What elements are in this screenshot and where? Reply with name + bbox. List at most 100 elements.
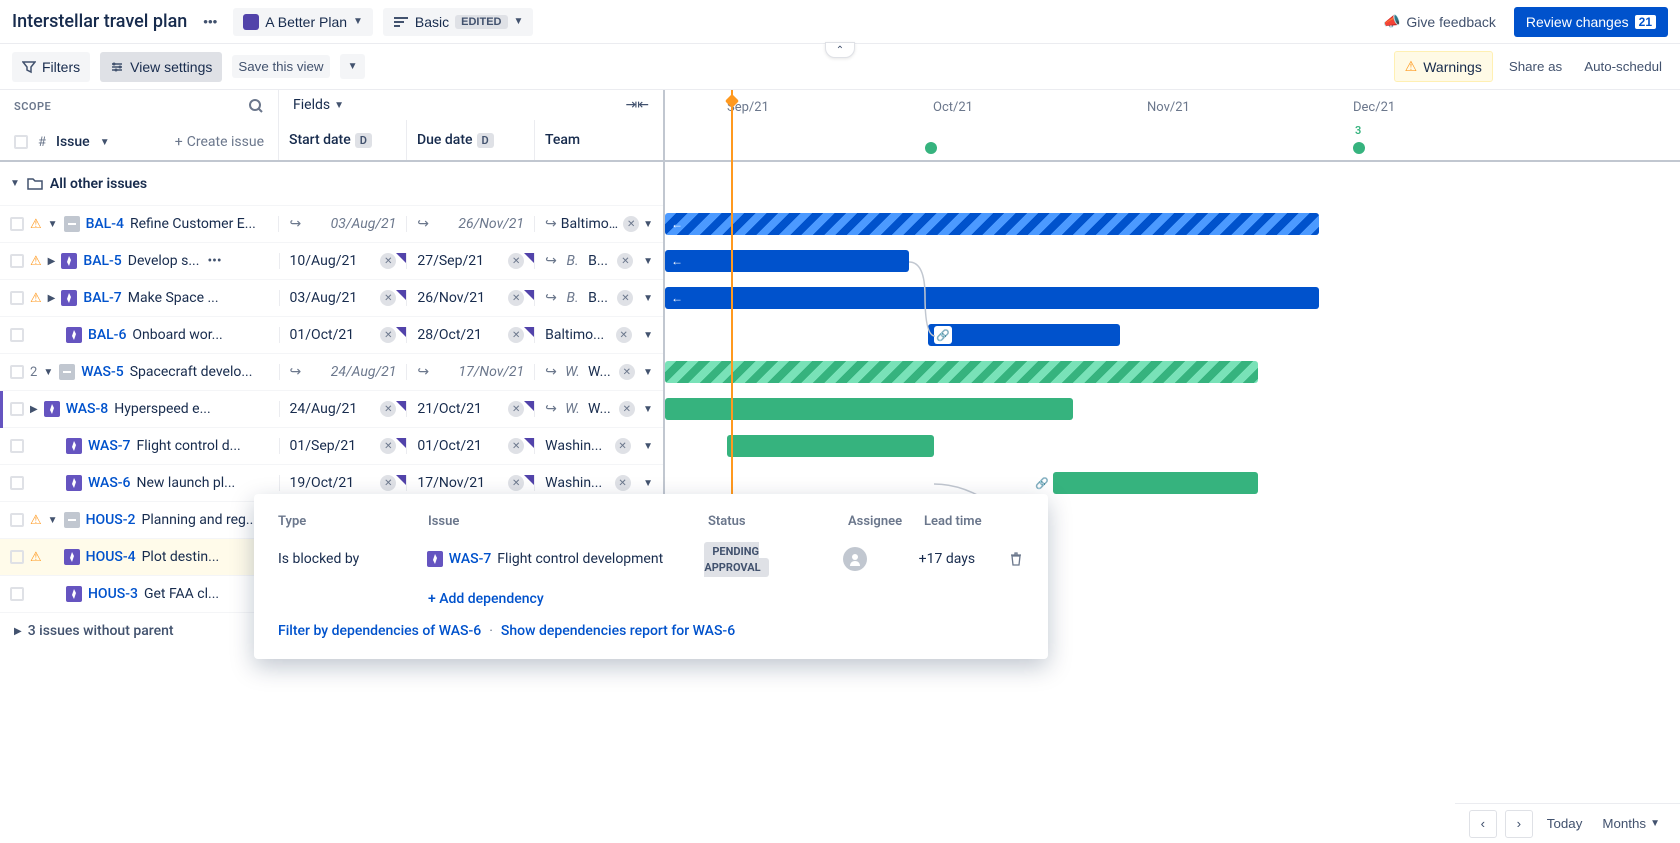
chevron-down-icon[interactable]: ▼	[643, 256, 653, 267]
issue-key[interactable]: BAL-7	[83, 290, 121, 306]
dependency-issue-key[interactable]: WAS-7	[449, 551, 492, 567]
chevron-right-icon[interactable]: ▶	[48, 256, 56, 267]
clear-team-button[interactable]: ✕	[615, 438, 631, 454]
issue-row[interactable]: ⚠▶BAL-5Develop s...•••10/Aug/21✕27/Sep/2…	[0, 243, 663, 280]
gantt-bar[interactable]	[1053, 472, 1258, 494]
chevron-down-icon[interactable]: ▼	[643, 478, 653, 489]
warnings-button[interactable]: ⚠ Warnings	[1394, 51, 1493, 82]
view-settings-button[interactable]: View settings	[100, 52, 222, 82]
clear-team-button[interactable]: ✕	[619, 401, 635, 417]
chevron-down-icon[interactable]: ▼	[643, 367, 653, 378]
team-header[interactable]: Team	[535, 120, 663, 160]
issue-row[interactable]: ▶WAS-8Hyperspeed e...24/Aug/21✕21/Oct/21…	[0, 391, 663, 428]
start-date-value[interactable]: 19/Oct/21	[290, 475, 355, 491]
team-value[interactable]: B...	[588, 290, 608, 306]
delete-dependency-button[interactable]	[1008, 551, 1024, 567]
issue-key[interactable]: WAS-7	[88, 438, 131, 454]
team-value[interactable]: Washin...	[545, 475, 602, 491]
team-value[interactable]: W...	[588, 401, 611, 417]
gantt-bar[interactable]	[665, 361, 1258, 383]
issue-key[interactable]: BAL-4	[86, 216, 124, 232]
clear-date-button[interactable]: ✕	[380, 253, 396, 269]
group-row-all-other[interactable]: ▼ All other issues	[0, 162, 663, 206]
clear-team-button[interactable]: ✕	[615, 475, 631, 491]
due-date-value[interactable]: 21/Oct/21	[417, 401, 482, 417]
due-date-value[interactable]: 27/Sep/21	[417, 253, 484, 269]
search-icon[interactable]	[248, 98, 264, 114]
row-checkbox[interactable]	[10, 291, 24, 305]
warning-icon[interactable]: ⚠	[30, 550, 42, 565]
issue-row[interactable]: BAL-6Onboard wor...01/Oct/21✕28/Oct/21✕B…	[0, 317, 663, 354]
chevron-down-icon[interactable]: ▼	[48, 515, 58, 526]
clear-team-button[interactable]: ✕	[616, 327, 632, 343]
clear-date-button[interactable]: ✕	[508, 290, 524, 306]
issue-key[interactable]: WAS-5	[81, 364, 124, 380]
clear-team-button[interactable]: ✕	[617, 290, 633, 306]
row-checkbox[interactable]	[10, 254, 24, 268]
row-checkbox[interactable]	[10, 439, 24, 453]
due-date-value[interactable]: 26/Nov/21	[417, 290, 485, 306]
clear-date-button[interactable]: ✕	[508, 253, 524, 269]
add-dependency-button[interactable]: + Add dependency	[428, 591, 1024, 607]
row-checkbox[interactable]	[10, 402, 24, 416]
issue-key[interactable]: BAL-6	[88, 327, 126, 343]
assignee-avatar[interactable]	[843, 547, 867, 571]
row-more-button[interactable]: •••	[205, 253, 223, 269]
save-view-button[interactable]: Save this view	[232, 55, 329, 78]
issue-column-header[interactable]: Issue	[56, 134, 90, 150]
row-checkbox[interactable]	[10, 365, 24, 379]
due-date-value[interactable]: 28/Oct/21	[417, 327, 482, 343]
clear-date-button[interactable]: ✕	[508, 438, 524, 454]
link-icon[interactable]: 🔗	[934, 326, 952, 344]
review-changes-button[interactable]: Review changes 21	[1514, 7, 1668, 37]
create-issue-button[interactable]: + Create issue	[175, 134, 264, 150]
link-icon[interactable]: 🔗	[1033, 474, 1051, 492]
chevron-down-icon[interactable]: ▼	[643, 441, 653, 452]
share-button[interactable]: Share as	[1503, 55, 1568, 78]
chevron-right-icon[interactable]: ▶	[48, 293, 56, 304]
start-date-header[interactable]: Start date D	[279, 120, 406, 160]
auto-schedule-button[interactable]: Auto-schedul	[1578, 55, 1668, 78]
select-all-checkbox[interactable]	[14, 135, 28, 149]
gantt-bar[interactable]: ←	[665, 287, 1319, 309]
collapse-header-toggle[interactable]: ⌃	[825, 42, 855, 58]
collapse-fields-icon[interactable]: ⇥⇤	[626, 97, 649, 113]
gantt-bar[interactable]	[727, 435, 934, 457]
start-date-value[interactable]: 03/Aug/21	[290, 290, 358, 306]
clear-team-button[interactable]: ✕	[623, 216, 639, 232]
clear-date-button[interactable]: ✕	[380, 290, 396, 306]
timeline-unit-dropdown[interactable]: Months ▼	[1596, 812, 1666, 835]
issue-key[interactable]: WAS-6	[88, 475, 131, 491]
plan-more-button[interactable]: •••	[197, 10, 223, 33]
issue-row[interactable]: 2▼WAS-5Spacecraft develo...↪24/Aug/21↪17…	[0, 354, 663, 391]
chevron-down-icon[interactable]: ▼	[643, 330, 653, 341]
start-date-value[interactable]: 24/Aug/21	[290, 401, 358, 417]
issue-row[interactable]: ⚠▼BAL-4Refine Customer E...↪03/Aug/21↪26…	[0, 206, 663, 243]
gantt-bar[interactable]: 🔗	[928, 324, 1120, 346]
gantt-bar[interactable]	[665, 398, 1073, 420]
today-button[interactable]: Today	[1541, 812, 1589, 835]
release-marker[interactable]	[925, 142, 937, 154]
issue-key[interactable]: WAS-8	[66, 401, 109, 417]
clear-date-button[interactable]: ✕	[508, 475, 524, 491]
release-marker[interactable]	[1353, 142, 1365, 154]
team-value[interactable]: W...	[588, 364, 611, 380]
save-view-more-button[interactable]: ▼	[340, 54, 366, 79]
warning-icon[interactable]: ⚠	[30, 513, 42, 528]
chevron-down-icon[interactable]: ▼	[100, 137, 110, 148]
feedback-button[interactable]: 📣 Give feedback	[1375, 7, 1504, 36]
issue-row[interactable]: WAS-7Flight control d...01/Sep/21✕01/Oct…	[0, 428, 663, 465]
warning-icon[interactable]: ⚠	[30, 254, 42, 269]
chevron-down-icon[interactable]: ▼	[643, 219, 653, 230]
gantt-bar[interactable]: ←	[665, 250, 909, 272]
start-date-value[interactable]: 01/Sep/21	[290, 438, 357, 454]
chevron-down-icon[interactable]: ▼	[43, 367, 53, 378]
clear-date-button[interactable]: ✕	[380, 401, 396, 417]
fields-button[interactable]: Fields ▼	[293, 97, 344, 113]
dependencies-report-link[interactable]: Show dependencies report for WAS-6	[501, 623, 735, 639]
clear-date-button[interactable]: ✕	[380, 327, 396, 343]
issue-row[interactable]: ⚠▶BAL-7Make Space ...03/Aug/21✕26/Nov/21…	[0, 280, 663, 317]
team-value[interactable]: Washin...	[545, 438, 602, 454]
row-checkbox[interactable]	[10, 476, 24, 490]
timeline-prev-button[interactable]: ‹	[1469, 810, 1497, 838]
